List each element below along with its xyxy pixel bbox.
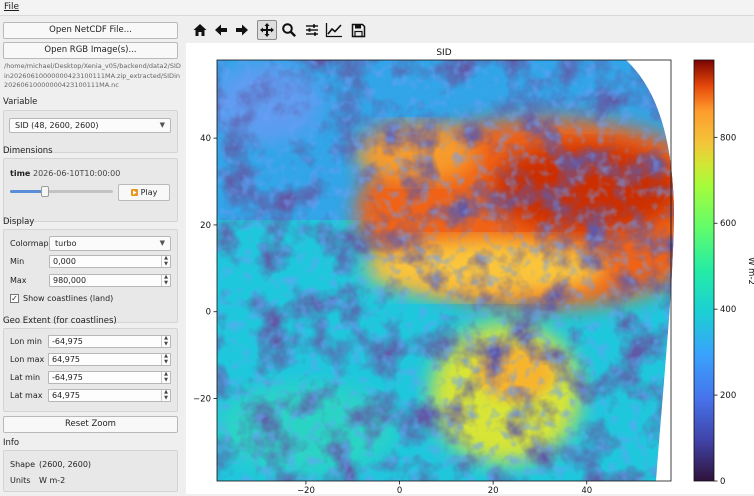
reset-zoom-button[interactable]: Reset Zoom <box>3 416 178 433</box>
play-icon <box>130 189 138 196</box>
display-section-label: Display <box>3 217 35 227</box>
info-section-label: Info <box>3 438 20 448</box>
min-value: 0,000 <box>53 257 76 266</box>
colorbar-tick-label: 600 <box>720 219 736 229</box>
play-button[interactable]: Play <box>118 184 170 201</box>
lat-min-label: Lat min <box>10 373 41 382</box>
plot-title: SID <box>436 48 451 58</box>
y-tick-label: 0 <box>206 308 211 318</box>
pan-button[interactable] <box>257 20 277 40</box>
colormap-select[interactable]: turbo ▼ <box>49 236 171 251</box>
lat-min-spinbox[interactable]: -64,975 ▲ ▼ <box>48 371 171 384</box>
x-axis: −20 0 20 40 <box>297 481 592 496</box>
forward-arrow-icon <box>236 24 248 36</box>
time-label: time <box>10 169 31 178</box>
sid-field-image <box>217 60 674 481</box>
back-button[interactable] <box>211 20 231 40</box>
max-spinbox[interactable]: 980,000 ▲ ▼ <box>49 274 171 287</box>
spin-arrows-icon[interactable]: ▲ ▼ <box>161 353 170 365</box>
colorbar-tick-label: 800 <box>720 133 736 143</box>
show-coastlines-label: Show coastlines (land) <box>23 294 114 303</box>
file-menu[interactable]: File <box>4 2 19 12</box>
spin-arrows-icon[interactable]: ▲ ▼ <box>161 389 170 401</box>
y-tick-label: 40 <box>200 134 211 144</box>
spin-arrows-icon[interactable]: ▲ ▼ <box>161 255 170 267</box>
chevron-down-icon: ▼ <box>159 121 165 129</box>
back-arrow-icon <box>215 24 227 36</box>
x-tick-label: 20 <box>488 486 499 494</box>
file-path: /home/michael/Desktop/Xenia_v05/backend/… <box>4 62 181 89</box>
time-slider-handle[interactable] <box>41 186 50 197</box>
colorbar-tick-label: 0 <box>720 477 725 487</box>
spin-arrows-icon[interactable]: ▲ ▼ <box>161 335 170 347</box>
home-icon <box>193 24 207 36</box>
min-spinbox[interactable]: 0,000 ▲ ▼ <box>49 255 171 268</box>
open-netcdf-button[interactable]: Open NetCDF File... <box>3 22 178 39</box>
show-coastlines-checkbox[interactable]: ✓ <box>10 294 19 303</box>
plot-canvas[interactable]: SID −2002040 40200−20 0200400600800 W m-… <box>186 43 754 496</box>
configure-subplots-icon <box>306 24 318 36</box>
shape-value: (2600, 2600) <box>39 460 92 469</box>
chevron-down-icon: ▼ <box>159 239 165 247</box>
home-button[interactable] <box>190 20 210 40</box>
geo-section-label: Geo Extent (for coastlines) <box>3 316 117 326</box>
units-value: W m-2 <box>39 476 66 485</box>
open-rgb-button[interactable]: Open RGB Image(s)... <box>3 42 178 59</box>
lon-min-value: -64,975 <box>52 337 83 346</box>
dimensions-section-label: Dimensions <box>3 146 53 156</box>
units-label: Units <box>10 476 31 485</box>
time-slider-fill <box>10 190 44 193</box>
colorbar-label: W m-2 <box>746 257 754 285</box>
lon-min-label: Lon min <box>10 337 42 346</box>
pan-icon <box>260 23 274 37</box>
play-label: Play <box>140 188 158 197</box>
y-axis: 40 20 0 −20 <box>193 134 217 405</box>
y-tick-label: −20 <box>193 395 211 405</box>
colormap-label: Colormap <box>10 239 49 248</box>
variable-select-value: SID (48, 2600, 2600) <box>15 121 99 130</box>
x-tick-label: −20 <box>297 486 315 494</box>
save-icon <box>351 23 365 37</box>
lon-min-spinbox[interactable]: -64,975 ▲ ▼ <box>48 335 171 348</box>
colorbar <box>693 59 715 482</box>
y-tick-label: 20 <box>200 221 211 231</box>
min-label: Min <box>10 257 25 266</box>
colorbar-axis: 0 200 400 600 800 <box>714 133 736 487</box>
plot-toolbar <box>186 17 754 43</box>
display-group: Colormap turbo ▼ Min 0,000 ▲ ▼ Max 980,00… <box>3 229 178 323</box>
lon-max-spinbox[interactable]: 64,975 ▲ ▼ <box>48 353 171 366</box>
variable-section-label: Variable <box>3 97 38 107</box>
lat-min-value: -64,975 <box>52 373 83 382</box>
save-button[interactable] <box>348 20 368 40</box>
dimensions-group: time 2026-06-10T10:00:00 Play <box>3 158 178 222</box>
max-value: 980,000 <box>53 276 87 285</box>
spin-arrows-icon[interactable]: ▲ ▼ <box>161 274 170 286</box>
heatmap-figure[interactable]: SID −2002040 40200−20 0200400600800 W m-… <box>186 43 754 496</box>
geo-group: Lon min -64,975 ▲ ▼ Lon max 64,975 ▲ ▼ Lat… <box>3 328 178 412</box>
lat-max-spinbox[interactable]: 64,975 ▲ ▼ <box>48 389 171 402</box>
forward-button[interactable] <box>232 20 252 40</box>
x-tick-label: 0 <box>397 486 402 494</box>
colorbar-tick-label: 400 <box>720 305 736 315</box>
lat-max-label: Lat max <box>10 391 43 400</box>
colorbar-tick-label: 200 <box>720 391 736 401</box>
configure-subplots-button[interactable] <box>302 20 322 40</box>
time-value: 2026-06-10T10:00:00 <box>33 169 121 178</box>
colormap-select-value: turbo <box>55 239 77 248</box>
lon-max-value: 64,975 <box>52 355 80 364</box>
shape-label: Shape <box>10 460 36 469</box>
zoom-button[interactable] <box>279 20 299 40</box>
spin-arrows-icon[interactable]: ▲ ▼ <box>161 371 170 383</box>
edit-axis-button[interactable] <box>324 20 344 40</box>
max-label: Max <box>10 276 27 285</box>
info-group: Shape (2600, 2600) Units W m-2 <box>3 450 178 492</box>
menubar: File <box>0 0 754 16</box>
variable-select[interactable]: SID (48, 2600, 2600) ▼ <box>9 118 171 133</box>
zoom-icon <box>282 23 297 38</box>
x-tick-label: 40 <box>581 486 592 494</box>
lon-max-label: Lon max <box>10 355 45 364</box>
edit-axis-icon <box>325 23 342 38</box>
sidebar: Open NetCDF File... Open RGB Image(s)...… <box>0 17 184 494</box>
lat-max-value: 64,975 <box>52 391 80 400</box>
